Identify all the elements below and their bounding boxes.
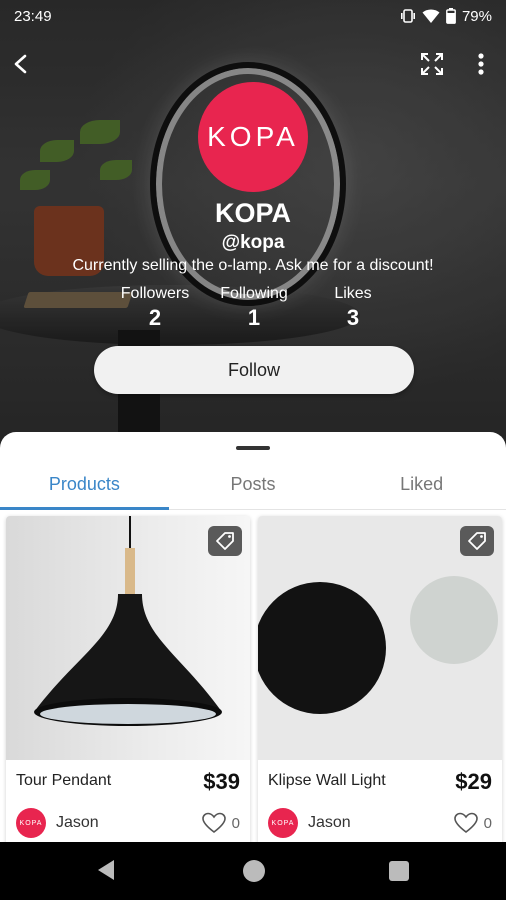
heart-icon	[453, 812, 478, 834]
stat-label: Followers	[120, 285, 190, 302]
fullscreen-icon	[421, 53, 443, 75]
profile-bio: Currently selling the o-lamp. Ask me for…	[72, 257, 434, 274]
stat-label: Following	[220, 285, 288, 302]
fullscreen-button[interactable]	[415, 47, 449, 81]
profile-name: KOPA	[214, 198, 291, 228]
stat-following[interactable]: Following 1	[210, 285, 298, 331]
nav-back-icon[interactable]	[98, 860, 114, 880]
like-count: 0	[231, 814, 240, 832]
heart-icon	[201, 812, 226, 834]
tag-icon	[216, 532, 234, 550]
product-card[interactable]: Klipse Wall Light $29 KOPA Jason 0	[258, 516, 502, 846]
product-seller[interactable]: KOPA Jason	[16, 808, 99, 838]
like-count: 0	[483, 814, 492, 832]
product-tag-button[interactable]	[460, 526, 494, 556]
status-icons: 79%	[400, 8, 492, 25]
top-app-bar	[0, 44, 506, 84]
back-arrow-icon	[14, 54, 27, 74]
seller-name: Jason	[308, 814, 351, 831]
seller-name: Jason	[56, 814, 99, 831]
status-bar: 23:49 79%	[0, 0, 506, 32]
wifi-icon	[422, 9, 440, 23]
battery-percent: 79%	[461, 7, 492, 25]
status-time: 23:49	[14, 7, 52, 25]
profile-avatar: KOPA	[198, 82, 308, 192]
tab-products[interactable]: Products	[0, 460, 169, 510]
product-price: $39	[203, 769, 240, 794]
follow-button[interactable]: Follow	[94, 346, 414, 394]
product-seller[interactable]: KOPA Jason	[268, 808, 351, 838]
tab-posts[interactable]: Posts	[169, 460, 338, 509]
profile-stats: Followers 2 Following 1 Likes 3	[0, 285, 506, 335]
content-sheet: Products Posts Liked Tour Pendant $39 KO…	[0, 432, 506, 846]
stat-label: Likes	[334, 285, 372, 302]
nav-recents-icon[interactable]	[389, 861, 409, 881]
stat-value: 3	[346, 305, 360, 330]
stat-followers[interactable]: Followers 2	[112, 285, 198, 331]
like-button[interactable]: 0	[453, 812, 492, 834]
product-title: Klipse Wall Light	[268, 772, 386, 789]
tab-liked[interactable]: Liked	[337, 460, 506, 509]
more-options-button[interactable]	[464, 47, 498, 81]
stat-likes[interactable]: Likes 3	[318, 285, 388, 331]
product-title: Tour Pendant	[16, 772, 112, 789]
profile-tabs: Products Posts Liked	[0, 460, 506, 510]
stat-value: 1	[247, 305, 261, 330]
product-grid: Tour Pendant $39 KOPA Jason 0 Klipse Wal…	[6, 516, 502, 846]
back-button[interactable]	[4, 47, 38, 81]
product-card[interactable]: Tour Pendant $39 KOPA Jason 0	[6, 516, 250, 846]
system-navigation-bar	[0, 842, 506, 900]
seller-avatar: KOPA	[268, 808, 298, 838]
seller-avatar: KOPA	[16, 808, 46, 838]
sheet-drag-handle[interactable]	[236, 446, 270, 450]
more-vert-icon	[478, 53, 484, 75]
tag-icon	[468, 532, 486, 550]
product-price: $29	[455, 769, 492, 794]
nav-home-icon[interactable]	[243, 860, 265, 882]
like-button[interactable]: 0	[201, 812, 240, 834]
vibrate-icon	[400, 9, 415, 23]
product-tag-button[interactable]	[208, 526, 242, 556]
battery-icon	[446, 8, 456, 24]
profile-handle: @kopa	[221, 232, 285, 253]
stat-value: 2	[148, 305, 162, 330]
